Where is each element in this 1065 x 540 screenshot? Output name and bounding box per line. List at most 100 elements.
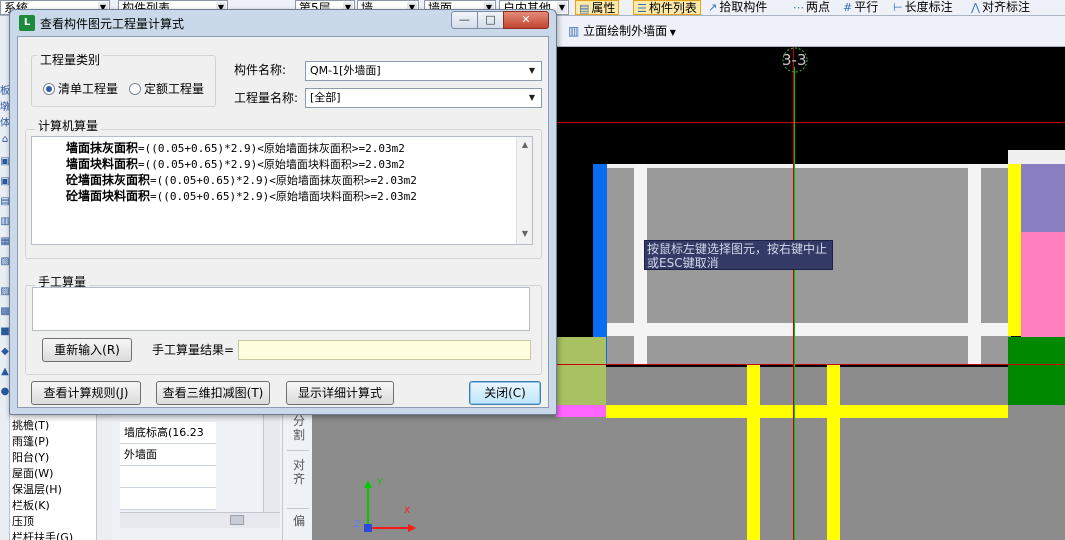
yellow-column (747, 365, 760, 540)
length-mark-button[interactable]: ⊢ 长度标注 (890, 0, 956, 15)
component-list-button-label: 构件列表 (648, 1, 697, 15)
align-mark-button[interactable]: ⋀ 对齐标注 (968, 0, 1033, 15)
dialog-titlebar[interactable]: L 查看构件图元工程量计算式 — □ ✕ (10, 10, 556, 36)
vertical-toolbar: 分割 对齐 偏 (282, 410, 312, 540)
close-icon: ✕ (521, 13, 531, 26)
elevation-draw-label: 立面绘制外墙面 (583, 24, 668, 38)
chevron-down-icon: ▼ (528, 93, 536, 102)
parallel-button[interactable]: # 平行 (840, 0, 881, 15)
maximize-icon: □ (485, 13, 496, 26)
green-block (1008, 337, 1065, 405)
calc-line-name: 砼墙面抹灰面积 (66, 173, 151, 187)
property-cell[interactable] (120, 488, 216, 510)
olive-block (556, 337, 606, 405)
minimize-button[interactable]: — (451, 11, 478, 29)
component-name-value: QM-1[外墙面] (310, 64, 381, 77)
calc-line-formula: =((0.05+0.65)*2.9)<原始墙面块料面积>=2.03m2 (138, 158, 405, 171)
tree-scrollbar[interactable] (96, 410, 112, 540)
drawing-canvas[interactable]: 3-3 按鼠标左键选择图元，按右键中止或ESC键取消 (556, 47, 1065, 540)
calc-line-name: 砼墙面块料面积 (66, 189, 151, 203)
window-close-button[interactable]: ✕ (503, 11, 549, 29)
computer-calc-group-label: 计算机算量 (35, 119, 102, 133)
radio-bill-quantity[interactable]: 清单工程量 (43, 81, 118, 97)
app-logo-icon: L (19, 15, 35, 31)
dialog-title: 查看构件图元工程量计算式 (40, 17, 185, 31)
axis-z-label: Z (354, 520, 361, 530)
component-name-select[interactable]: QM-1[外墙面] ▼ (305, 61, 542, 81)
property-cell[interactable]: 墙底标高(16.23 (120, 422, 216, 444)
magenta-strip (556, 405, 606, 417)
yellow-column (1008, 164, 1021, 336)
length-mark-button-label: 长度标注 (904, 0, 953, 14)
computer-calc-textarea[interactable]: 墙面抹灰面积=((0.05+0.65)*2.9)<原始墙面抹灰面积>=2.03m… (31, 136, 533, 245)
properties-button-label: 属性 (591, 1, 616, 15)
property-hscrollbar[interactable] (120, 512, 280, 528)
split-button[interactable]: 分割 (292, 414, 306, 442)
radio-checked-icon (43, 83, 55, 95)
close-button[interactable]: 关闭(C) (469, 381, 541, 405)
frame-line (606, 164, 1011, 168)
radio-bill-label: 清单工程量 (58, 82, 119, 96)
view-rule-button[interactable]: 查看计算规则(J) (31, 381, 141, 405)
property-vscrollbar[interactable] (263, 410, 280, 520)
properties-icon: ▤ (579, 2, 590, 15)
quantity-formula-dialog: L 查看构件图元工程量计算式 — □ ✕ 工程量类别 清单工程量 定额工程量 构… (9, 9, 557, 415)
dialog-body: 工程量类别 清单工程量 定额工程量 构件名称: QM-1[外墙面] ▼ 工程量名称… (17, 36, 549, 408)
edit-button[interactable]: 偏 (292, 514, 306, 528)
elevation-draw-button[interactable]: ▥ 立面绘制外墙面 ▼ (568, 21, 676, 41)
axis-line (794, 67, 795, 540)
two-points-icon: ⋯ (793, 1, 804, 14)
grid-line (556, 122, 1065, 123)
scroll-up-icon[interactable]: ▲ (520, 140, 530, 149)
frame-line (606, 323, 1011, 336)
pink-block (1021, 232, 1065, 337)
property-cell[interactable] (120, 466, 216, 488)
pick-component-button[interactable]: ↗ 拾取构件 (705, 0, 770, 15)
calc-line: 砼墙面抹灰面积=((0.05+0.65)*2.9)<原始墙面抹灰面积>=2.03… (66, 172, 417, 188)
calc-line-name: 墙面抹灰面积 (66, 141, 139, 155)
properties-button[interactable]: ▤ 属性 (575, 0, 620, 15)
axis-label: 3-3 (782, 51, 807, 69)
elevation-icon: ▥ (568, 24, 584, 38)
minimize-icon: — (459, 13, 470, 26)
scroll-thumb[interactable] (230, 515, 244, 525)
show-detail-button[interactable]: 显示详细计算式 (286, 381, 394, 405)
hint-tooltip: 按鼠标左键选择图元，按右键中止或ESC键取消 (644, 240, 833, 270)
axis-x-label: X (404, 506, 411, 516)
quantity-name-select[interactable]: [全部] ▼ (305, 88, 542, 108)
purple-block (1021, 164, 1065, 232)
align-mark-button-label: 对齐标注 (982, 0, 1031, 14)
view-3d-deduction-button[interactable]: 查看三维扣减图(T) (156, 381, 270, 405)
radio-quota-label: 定额工程量 (144, 82, 205, 96)
calc-vscrollbar[interactable]: ▲ ▼ (516, 137, 532, 244)
two-points-button[interactable]: ⋯ 两点 (790, 0, 833, 15)
manual-calc-textarea[interactable] (32, 287, 530, 331)
align-button[interactable]: 对齐 (292, 458, 306, 486)
pick-icon: ↗ (708, 1, 718, 14)
two-points-button-label: 两点 (806, 0, 831, 14)
calc-line-formula: =((0.05+0.65)*2.9)<原始墙面抹灰面积>=2.03m2 (150, 174, 417, 187)
maximize-button[interactable]: □ (477, 11, 504, 29)
quantity-name-value: [全部] (310, 91, 341, 104)
scroll-down-icon[interactable]: ▼ (520, 229, 530, 238)
pick-component-button-label: 拾取构件 (719, 0, 768, 14)
yellow-column (827, 365, 840, 540)
chevron-down-icon: ▼ (528, 66, 536, 75)
yellow-beam (606, 405, 1008, 418)
component-name-label: 构件名称: (234, 63, 287, 77)
draw-toolbar: ▥ 立面绘制外墙面 ▼ (556, 16, 1065, 47)
chevron-down-icon: ▼ (667, 28, 676, 37)
radio-unchecked-icon (129, 83, 141, 95)
property-cell[interactable]: 外墙面 (120, 444, 216, 466)
calc-line-name: 墙面块料面积 (66, 157, 139, 171)
radio-quota-quantity[interactable]: 定额工程量 (129, 81, 204, 97)
manual-result-label: 手工算量结果= (152, 343, 235, 357)
quantity-type-group-label: 工程量类别 (37, 53, 104, 67)
axis-y-label: Y (377, 478, 383, 488)
calc-line-formula: =((0.05+0.65)*2.9)<原始墙面抹灰面积>=2.03m2 (138, 142, 405, 155)
manual-result-field[interactable] (238, 340, 531, 360)
reinput-button[interactable]: 重新输入(R) (42, 338, 132, 362)
blue-column (593, 164, 607, 364)
component-list-button[interactable]: ☰ 构件列表 (633, 0, 701, 15)
list-icon: ☰ (637, 2, 647, 15)
